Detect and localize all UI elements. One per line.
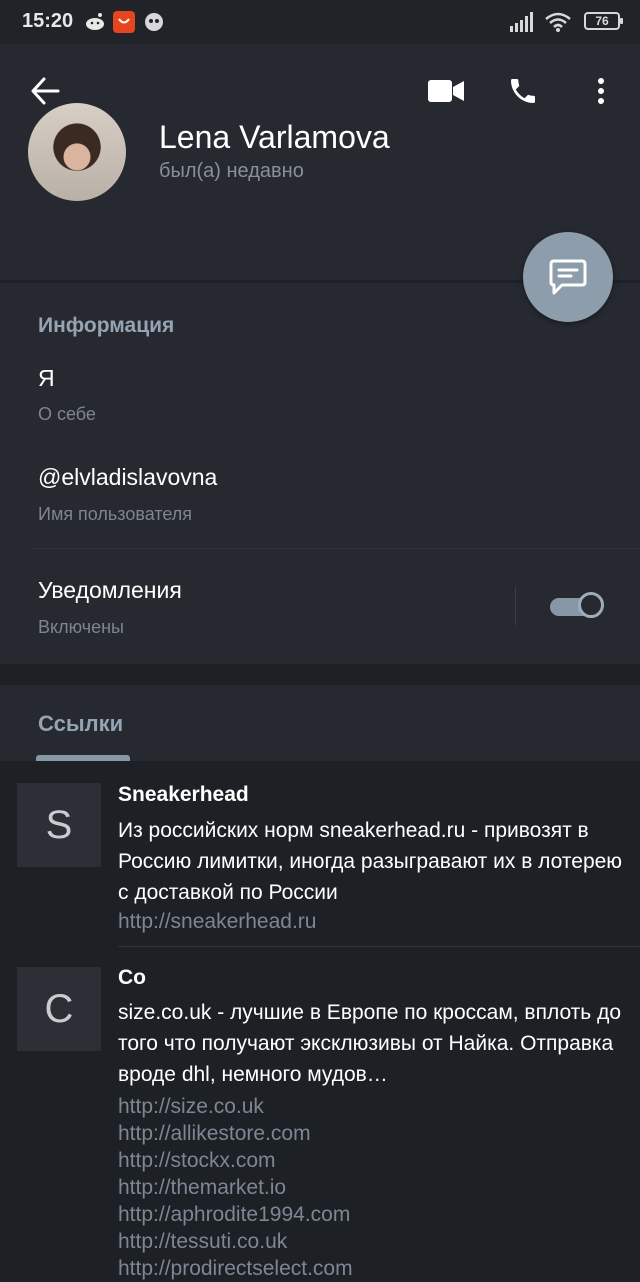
profile-name: Lena Varlamova	[159, 119, 390, 155]
notifications-toggle[interactable]	[550, 592, 604, 620]
link-url[interactable]: http://allikestore.com	[118, 1120, 311, 1147]
send-message-button[interactable]	[523, 232, 613, 322]
more-menu-icon[interactable]	[595, 77, 607, 105]
link-description: size.co.uk - лучшие в Европе по кроссам,…	[118, 1001, 621, 1086]
username-label: Имя пользователя	[38, 504, 193, 524]
link-url[interactable]: http://prodirectselect.com	[118, 1255, 353, 1282]
link-description: Из российских норм sneakerhead.ru - прив…	[118, 819, 623, 904]
divider	[30, 548, 640, 549]
toggle-knob	[578, 592, 604, 618]
username-value[interactable]: @elvladislavovna	[38, 464, 217, 491]
status-time: 15:20	[22, 10, 74, 32]
notifications-label: Включены	[38, 617, 124, 637]
phone-call-icon[interactable]	[507, 75, 539, 107]
info-section-title: Информация	[38, 314, 175, 337]
message-icon	[549, 259, 587, 295]
link-url[interactable]: http://sneakerhead.ru	[118, 908, 316, 935]
link-url[interactable]: http://aphrodite1994.com	[118, 1201, 350, 1228]
divider	[515, 587, 516, 625]
notifications-value[interactable]: Уведомления	[38, 577, 182, 604]
back-arrow-icon[interactable]	[30, 77, 60, 105]
link-title: Sneakerhead	[118, 783, 249, 806]
avatar[interactable]	[28, 103, 126, 201]
link-thumbnail: C	[17, 967, 101, 1051]
tab-links[interactable]: Ссылки	[38, 711, 123, 737]
battery-indicator: 76	[584, 12, 623, 30]
video-call-icon[interactable]	[428, 79, 464, 103]
link-url[interactable]: http://tessuti.co.uk	[118, 1228, 287, 1255]
link-url[interactable]: http://size.co.uk	[118, 1093, 264, 1120]
bio-label: О себе	[38, 404, 96, 424]
divider	[118, 946, 640, 947]
reddit-icon	[86, 13, 104, 30]
bio-value[interactable]: Я	[38, 365, 55, 392]
signal-icon	[510, 12, 533, 32]
status-bar: 15:20 76	[0, 0, 640, 44]
wifi-icon	[545, 12, 571, 32]
profile-status: был(а) недавно	[159, 160, 304, 182]
link-url[interactable]: http://themarket.io	[118, 1174, 286, 1201]
app-mascot-icon	[145, 13, 163, 31]
link-title: Co	[118, 966, 146, 989]
link-url[interactable]: http://stockx.com	[118, 1147, 276, 1174]
aliexpress-icon	[113, 11, 135, 33]
link-thumbnail: S	[17, 783, 101, 867]
